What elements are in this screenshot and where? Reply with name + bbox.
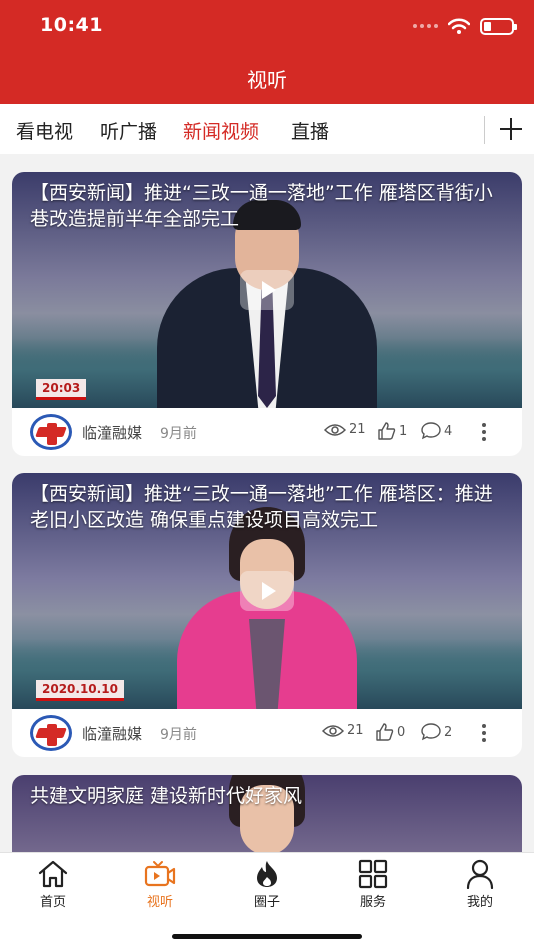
play-icon[interactable] (240, 571, 294, 611)
thumbs-up-icon (376, 723, 394, 741)
status-icons (413, 16, 517, 36)
user-icon (466, 859, 494, 889)
source-name[interactable]: 临潼融媒 (82, 422, 142, 443)
like-button[interactable]: 0 (376, 723, 405, 741)
nav-label: 视听 (146, 895, 173, 910)
nav-audiovisual[interactable]: 视听 (120, 859, 200, 910)
page-title: 视听 (247, 68, 287, 92)
home-indicator (172, 934, 362, 939)
more-options-icon[interactable] (480, 722, 488, 744)
battery-icon (480, 17, 517, 35)
nav-services[interactable]: 服务 (333, 859, 413, 910)
tab-divider (484, 116, 485, 144)
video-meta: 临潼融媒 9月前 21 1 4 (12, 408, 522, 456)
likes-count: 0 (397, 724, 406, 740)
like-button[interactable]: 1 (378, 422, 407, 440)
nav-label: 圈子 (253, 895, 280, 910)
flame-icon (257, 861, 277, 887)
tab-listen-radio[interactable]: 听广播 (100, 117, 157, 144)
tab-watch-tv[interactable]: 看电视 (16, 117, 73, 144)
video-thumbnail[interactable]: 【西安新闻】推进“三改一通一落地”工作 雁塔区背街小巷改造提前半年全部完工 20… (12, 172, 522, 408)
video-card[interactable]: 【西安新闻】推进“三改一通一落地”工作 雁塔区背街小巷改造提前半年全部完工 20… (12, 172, 522, 456)
video-title: 共建文明家庭 建设新时代好家风 (30, 785, 303, 807)
comment-icon (421, 422, 441, 440)
publish-time: 9月前 (160, 727, 197, 743)
video-card[interactable]: 【西安新闻】推进“三改一通一落地”工作 雁塔区：推进老旧小区改造 确保重点建设项… (12, 473, 522, 757)
views-count: 21 (347, 723, 364, 738)
video-timestamp: 2020.10.10 (36, 680, 124, 701)
status-time: 10:41 (40, 14, 103, 36)
more-options-icon[interactable] (480, 421, 488, 443)
nav-home[interactable]: 首页 (13, 859, 93, 910)
likes-count: 1 (399, 423, 408, 439)
views-stat: 21 (324, 422, 366, 437)
eye-icon (322, 724, 344, 737)
tab-news-video[interactable]: 新闻视频 (183, 117, 259, 144)
nav-label: 服务 (359, 895, 386, 910)
video-timestamp: 20:03 (36, 379, 87, 400)
nav-label: 首页 (39, 895, 66, 910)
tab-live[interactable]: 直播 (291, 117, 329, 144)
comments-count: 4 (444, 423, 453, 439)
source-logo[interactable] (30, 715, 72, 751)
publish-time: 9月前 (160, 426, 197, 442)
grid-icon (358, 859, 388, 889)
video-title: 【西安新闻】推进“三改一通一落地”工作 雁塔区：推进老旧小区改造 确保重点建设项… (30, 483, 493, 531)
comment-icon (421, 723, 441, 741)
source-logo[interactable] (30, 414, 72, 450)
home-icon (38, 860, 68, 888)
video-thumbnail[interactable]: 【西安新闻】推进“三改一通一落地”工作 雁塔区：推进老旧小区改造 确保重点建设项… (12, 473, 522, 709)
views-stat: 21 (322, 723, 364, 738)
nav-circle[interactable]: 圈子 (227, 859, 307, 910)
add-channel-button[interactable] (498, 112, 524, 146)
nav-mine[interactable]: 我的 (440, 859, 520, 910)
top-bar: 10:41 视听 (0, 0, 534, 104)
views-count: 21 (349, 422, 366, 437)
eye-icon (324, 423, 346, 436)
channel-tabs: 看电视 听广播 新闻视频 直播 (0, 104, 534, 154)
wifi-icon (448, 18, 470, 34)
comment-button[interactable]: 4 (421, 422, 452, 440)
comments-count: 2 (444, 724, 453, 740)
nav-label: 我的 (466, 895, 493, 910)
video-icon (144, 861, 176, 887)
video-meta: 临潼融媒 9月前 21 0 2 (12, 709, 522, 757)
comment-button[interactable]: 2 (421, 723, 452, 741)
video-title: 【西安新闻】推进“三改一通一落地”工作 雁塔区背街小巷改造提前半年全部完工 (30, 182, 493, 230)
play-icon[interactable] (240, 270, 294, 310)
signal-icon (413, 24, 438, 28)
thumbs-up-icon (378, 422, 396, 440)
source-name[interactable]: 临潼融媒 (82, 723, 142, 744)
